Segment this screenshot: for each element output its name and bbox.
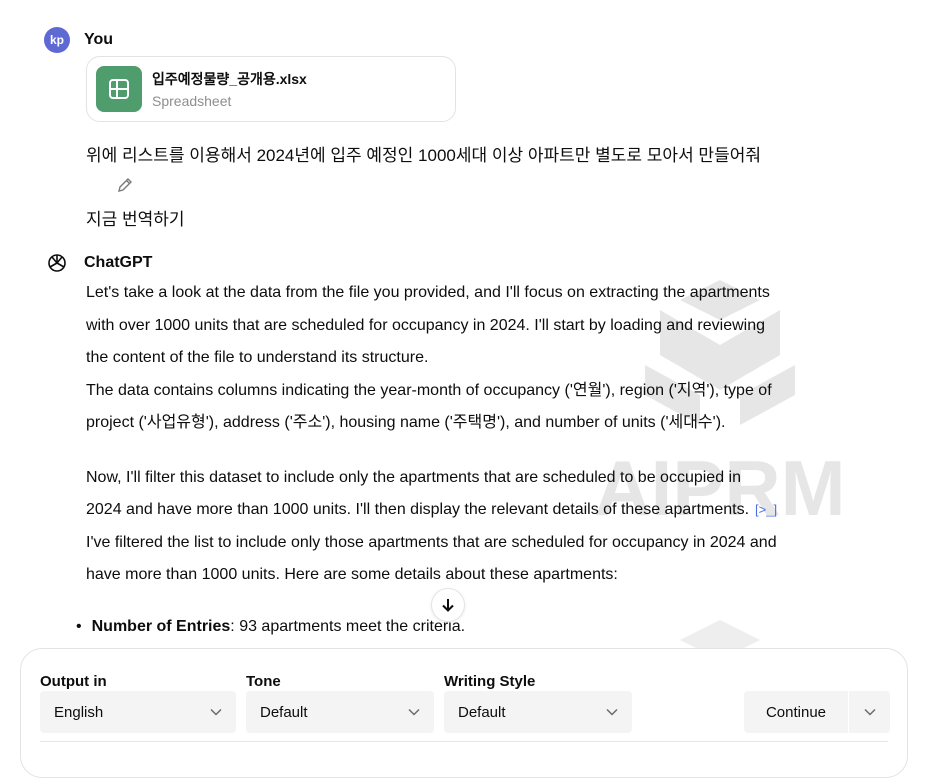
assistant-line: Now, I'll filter this dataset to include… (86, 468, 741, 486)
assistant-line: I've filtered the list to include only t… (86, 533, 777, 551)
output-language-select[interactable]: English (40, 691, 236, 733)
chevron-down-icon (408, 708, 420, 716)
pencil-icon[interactable] (116, 176, 134, 194)
translate-now-link[interactable]: 지금 번역하기 (86, 205, 185, 230)
tone-select[interactable]: Default (246, 691, 434, 733)
writing-style-value: Default (458, 703, 506, 721)
chevron-down-icon (863, 708, 876, 716)
scroll-to-bottom-button[interactable] (431, 588, 465, 622)
openai-logo-icon (44, 250, 70, 276)
attachment-filename: 입주예정물량_공개용.xlsx (152, 71, 307, 87)
writing-style-select[interactable]: Default (444, 691, 632, 733)
writing-style-label: Writing Style (444, 673, 536, 690)
assistant-line: have more than 1000 units. Here are some… (86, 566, 618, 583)
assistant-line: 2024 and have more than 1000 units. I'll… (86, 494, 906, 527)
assistant-line: the content of the file to understand it… (86, 349, 429, 366)
assistant-line: Let's take a look at the data from the f… (86, 284, 770, 301)
continue-button-group: Continue (744, 691, 890, 733)
user-message-text: 위에 리스트를 이용해서 2024년에 입주 예정인 1000세대 이상 아파트… (86, 146, 761, 165)
output-language-value: English (54, 703, 104, 721)
attachment-type: Spreadsheet (152, 93, 232, 109)
assistant-line-text: 2024 and have more than 1000 units. I'll… (86, 501, 750, 518)
assistant-message-header: ChatGPT (44, 250, 152, 276)
panel-divider (40, 741, 888, 742)
continue-options-button[interactable] (849, 691, 890, 733)
assistant-line: project ('사업유형'), address ('주소'), housin… (86, 414, 726, 431)
code-interpreter-icon[interactable]: [>_] (755, 494, 777, 527)
assistant-message-body: Let's take a look at the data from the f… (86, 277, 906, 592)
user-avatar: kp (44, 27, 70, 53)
list-item: • Number of Entries: 93 apartments meet t… (76, 618, 466, 635)
spreadsheet-icon (96, 66, 142, 112)
attachment-card[interactable]: 입주예정물량_공개용.xlsx Spreadsheet (86, 56, 456, 122)
user-author-name: You (84, 31, 114, 48)
bullet-label: Number of Entries (91, 618, 231, 635)
output-in-label: Output in (40, 673, 107, 690)
assistant-line: The data contains columns indicating the… (86, 381, 772, 399)
bullet-text: : 93 apartments meet the criteria. (230, 618, 466, 635)
user-message-header: kp You (44, 27, 113, 53)
arrow-down-icon (442, 599, 454, 612)
continue-button[interactable]: Continue (744, 691, 848, 733)
assistant-line: with over 1000 units that are scheduled … (86, 316, 766, 334)
chevron-down-icon (606, 708, 618, 716)
assistant-author-name: ChatGPT (84, 254, 153, 271)
tone-label: Tone (246, 673, 281, 690)
prompt-options-panel: Output in English Tone Default Writing S… (20, 648, 908, 778)
tone-value: Default (260, 703, 308, 721)
chevron-down-icon (210, 708, 222, 716)
